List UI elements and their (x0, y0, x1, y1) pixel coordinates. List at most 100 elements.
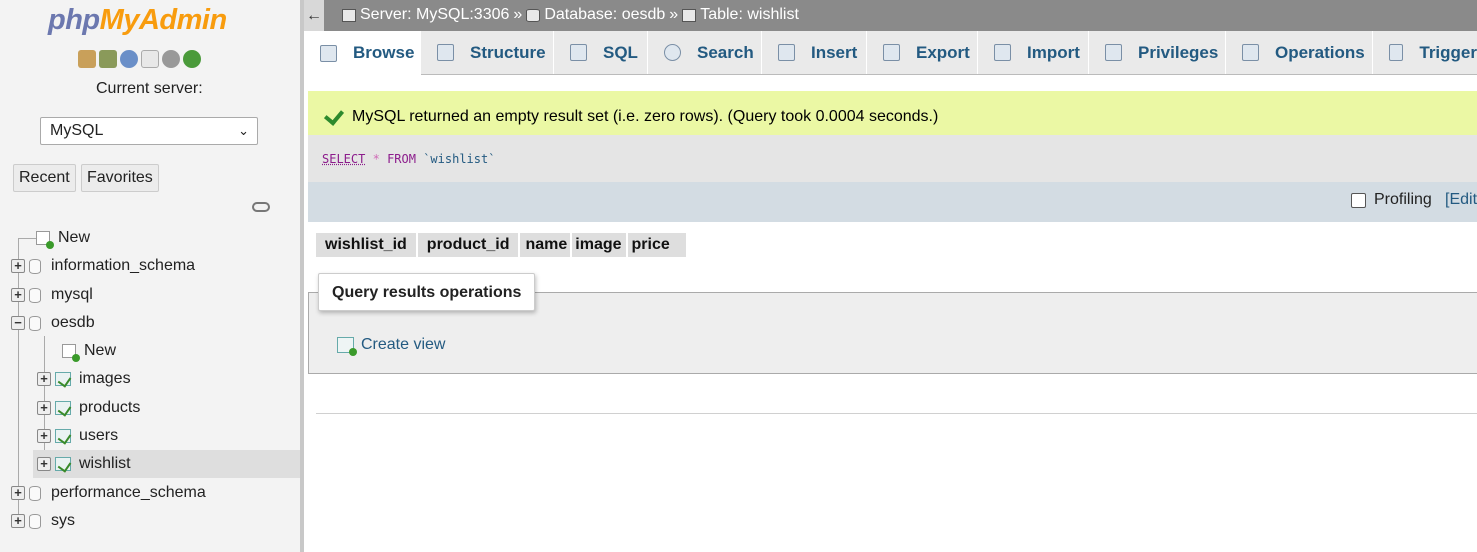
new-table-icon (62, 344, 80, 362)
breadcrumb-separator: » (669, 6, 679, 23)
breadcrumb-database[interactable]: Database: oesdb (544, 6, 665, 24)
logout-icon[interactable] (99, 50, 117, 68)
tree-item-oesdb-new[interactable]: New (62, 337, 116, 365)
logo-myadmin-text: MyAdmin (99, 4, 228, 36)
breadcrumb-bar: ← Server: MySQL:3306 » Database: oesdb »… (304, 0, 1477, 31)
server-select[interactable]: MySQL ⌄ (40, 117, 258, 145)
profiling-checkbox[interactable] (1351, 193, 1366, 208)
settings-icon[interactable] (162, 50, 180, 68)
home-icon[interactable] (78, 50, 96, 68)
column-header[interactable]: price (627, 233, 686, 257)
expand-icon[interactable]: + (11, 486, 25, 500)
breadcrumb: Server: MySQL:3306 » Database: oesdb » T… (342, 6, 799, 24)
expand-icon[interactable]: + (37, 429, 51, 443)
create-view-label: Create view (361, 336, 446, 353)
expand-icon[interactable]: + (11, 514, 25, 528)
column-header[interactable]: product_id (417, 233, 519, 257)
quick-icons (78, 50, 201, 70)
tab-label: Browse (353, 43, 415, 62)
tree-item-label: New (58, 229, 91, 246)
tab-label: Insert (811, 42, 858, 62)
tab-triggers[interactable]: Trigger (1373, 31, 1477, 74)
tree-item-label: information_schema (51, 257, 196, 274)
table-icon (55, 429, 71, 443)
tab-operations[interactable]: Operations (1226, 31, 1373, 74)
phpmyadmin-logo[interactable]: phpMyAdmin (48, 4, 227, 37)
tree-item-oesdb[interactable]: − oesdb (11, 309, 95, 337)
tree-item-label: New (84, 342, 117, 359)
navigation-panel: phpMyAdmin Current server: MySQL ⌄ Recen… (0, 0, 300, 552)
create-view-icon (337, 337, 357, 356)
tree-item-products[interactable]: + products (37, 394, 140, 422)
sql-keyword-select[interactable]: SELECT (322, 152, 365, 166)
operations-icon (1242, 44, 1259, 61)
profiling-label: Profiling (1374, 191, 1432, 208)
breadcrumb-table[interactable]: Table: wishlist (700, 6, 799, 24)
insert-icon (778, 44, 795, 61)
tree-item-label: performance_schema (51, 484, 206, 501)
tree-item-sys[interactable]: + sys (11, 507, 75, 535)
tree-item-images[interactable]: + images (37, 365, 131, 393)
tree-item-wishlist[interactable]: + wishlist (33, 450, 300, 478)
collapse-navigation-button[interactable]: ← (304, 0, 324, 31)
query-options-bar: Profiling [Edit (308, 182, 1477, 222)
tab-label: Search (697, 42, 754, 62)
tree-item-information-schema[interactable]: + information_schema (11, 252, 195, 280)
table-icon (682, 8, 697, 22)
tab-export[interactable]: Export (867, 31, 978, 74)
sql-table-name: `wishlist` (423, 152, 496, 166)
tab-browse[interactable]: Browse (304, 31, 421, 75)
tab-structure[interactable]: Structure (421, 31, 554, 74)
sql-keyword-from: FROM (387, 152, 416, 166)
column-header[interactable]: image (572, 233, 626, 257)
reload-icon[interactable] (183, 50, 201, 68)
database-icon (29, 258, 41, 274)
tab-label: SQL (603, 42, 638, 62)
breadcrumb-server[interactable]: Server: MySQL:3306 (360, 6, 509, 24)
search-icon (664, 44, 681, 61)
tree-item-label: images (79, 370, 131, 387)
database-icon (29, 485, 41, 501)
triggers-icon (1389, 44, 1404, 61)
expand-icon[interactable]: + (37, 457, 51, 471)
favorites-button[interactable]: Favorites (81, 164, 159, 192)
export-icon (883, 44, 900, 61)
tab-label: Trigger (1419, 42, 1477, 62)
table-icon (55, 457, 71, 471)
table-icon (55, 401, 71, 415)
expand-icon[interactable]: + (37, 401, 51, 415)
edit-inline-link[interactable]: [Edit (1445, 191, 1477, 209)
tree-item-new[interactable]: New (36, 224, 90, 252)
help-icon[interactable] (120, 50, 138, 68)
tab-label: Export (916, 42, 970, 62)
tree-line (18, 238, 38, 239)
tab-import[interactable]: Import (978, 31, 1089, 74)
tree-item-label: oesdb (51, 314, 95, 331)
expand-icon[interactable]: + (37, 372, 51, 386)
expand-icon[interactable]: + (11, 288, 25, 302)
database-icon (29, 287, 41, 303)
tab-sql[interactable]: SQL (554, 31, 648, 74)
docs-icon[interactable] (141, 50, 159, 68)
column-header[interactable]: name (520, 233, 571, 257)
privileges-icon (1105, 44, 1122, 61)
database-icon (29, 315, 41, 331)
link-icon[interactable] (252, 202, 270, 212)
sidebar-resizer[interactable] (300, 0, 304, 552)
tab-label: Structure (470, 42, 546, 62)
create-view-link[interactable]: Create view (337, 336, 446, 356)
tree-item-label: users (79, 427, 119, 444)
expand-icon[interactable]: + (11, 259, 25, 273)
tree-item-users[interactable]: + users (37, 422, 118, 450)
collapse-icon[interactable]: − (11, 316, 25, 330)
column-header[interactable]: wishlist_id (316, 233, 416, 257)
tab-insert[interactable]: Insert (762, 31, 867, 74)
tree-item-performance-schema[interactable]: + performance_schema (11, 479, 206, 507)
database-icon (29, 513, 41, 529)
sql-star: * (372, 152, 380, 166)
tab-search[interactable]: Search (648, 31, 762, 74)
divider (316, 413, 1477, 414)
tab-privileges[interactable]: Privileges (1089, 31, 1226, 74)
tree-item-mysql[interactable]: + mysql (11, 281, 93, 309)
recent-button[interactable]: Recent (13, 164, 76, 192)
